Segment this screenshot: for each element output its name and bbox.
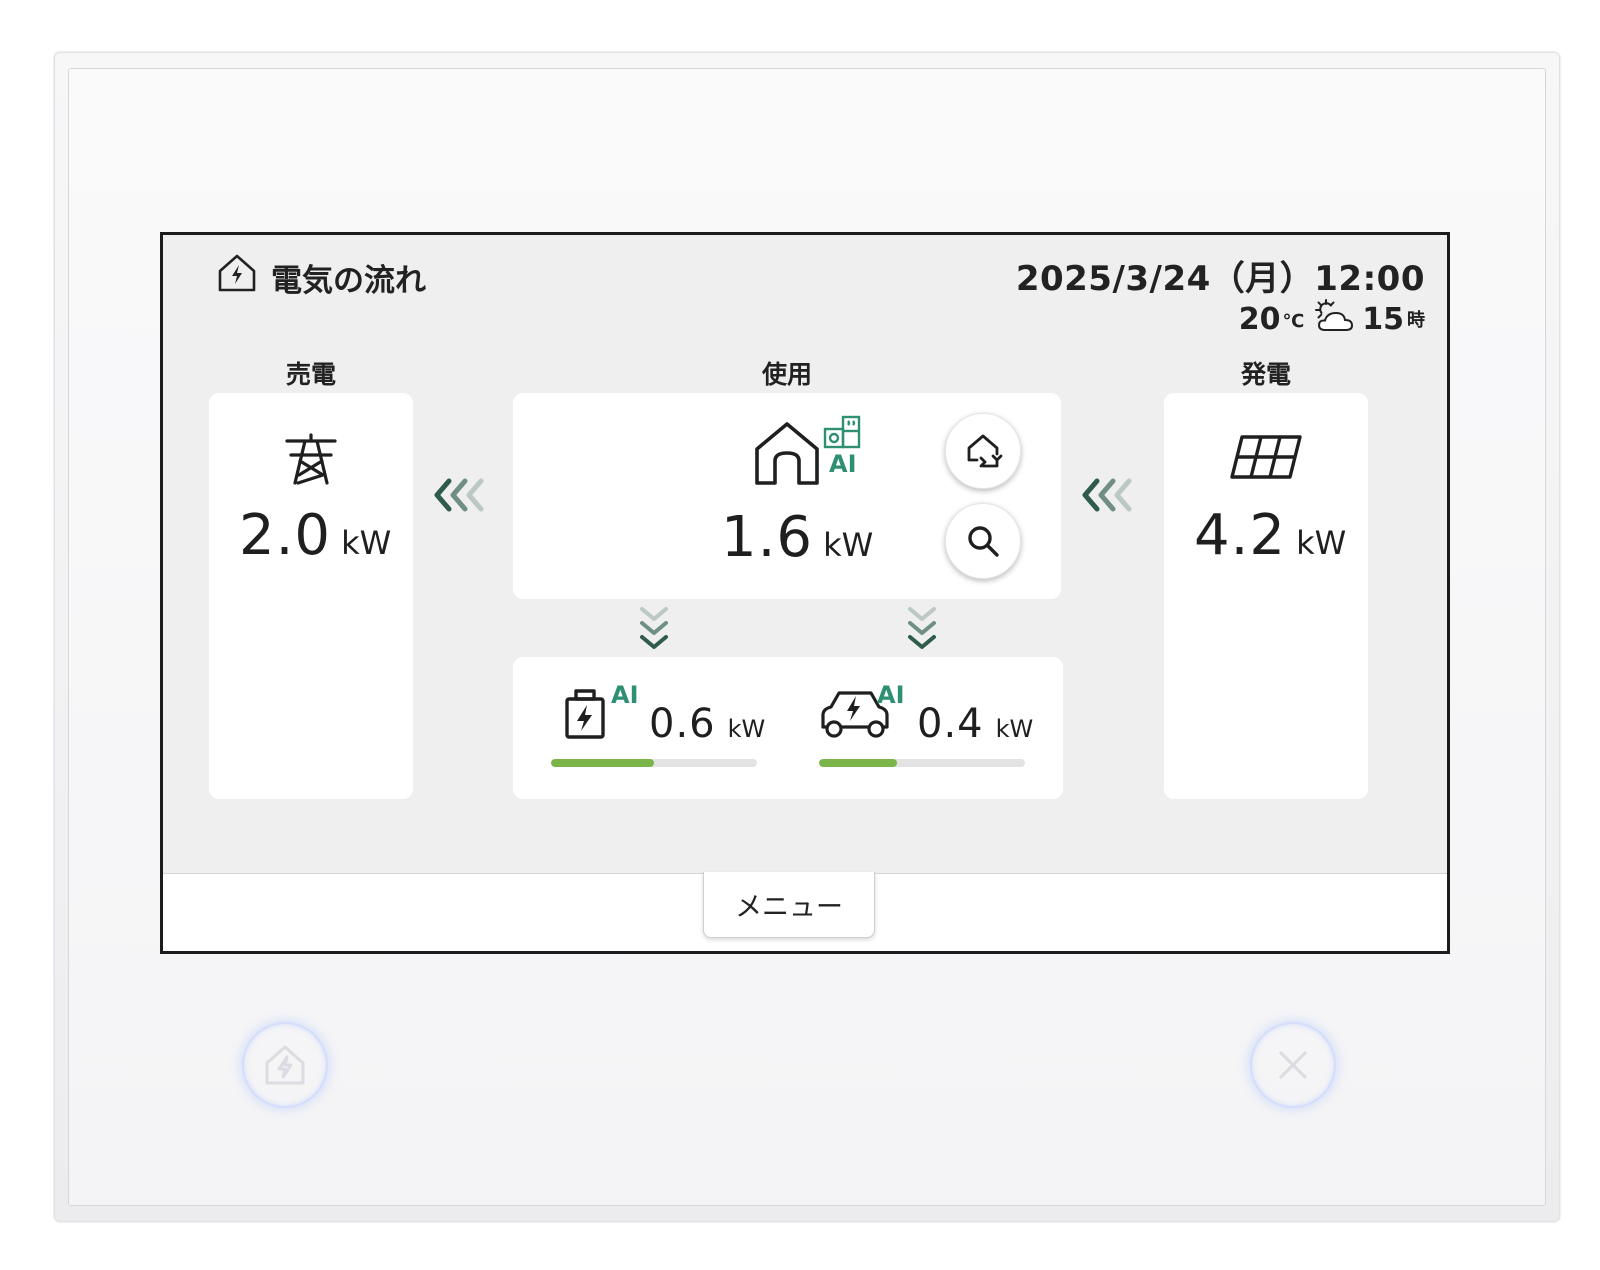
appliance-icon [823, 415, 861, 449]
usage-value-unit: kW [823, 526, 874, 564]
storage-panel[interactable]: AI 0.6 kW AI 0.4 kW [513, 657, 1063, 799]
datetime: 2025/3/24（月）12:00 [1015, 259, 1425, 299]
ev-value-number: 0.4 [917, 701, 984, 747]
weather-forecast: 20 ℃ 15 時 [1239, 297, 1425, 337]
search-button[interactable] [945, 503, 1021, 579]
home-power-icon-hw [265, 1045, 305, 1085]
ev-value-unit: kW [995, 715, 1034, 743]
battery-level-fill [551, 759, 654, 767]
house-icon [755, 422, 819, 485]
battery-value-unit: kW [727, 715, 766, 743]
generation-value-number: 4.2 [1194, 503, 1287, 568]
page-title: 電気の流れ [271, 263, 426, 299]
power-tower-icon [285, 433, 337, 485]
solar-panel-icon [1230, 435, 1302, 479]
ev-value: 0.4 kW [917, 701, 1033, 747]
usage-label: 使用 [761, 360, 812, 389]
sell-value-unit: kW [341, 524, 392, 562]
flow-down-arrow-icon-2 [908, 607, 936, 649]
generation-panel[interactable]: 4.2 kW [1164, 393, 1368, 799]
temperature: 20 [1238, 302, 1281, 337]
sell-label: 売電 [285, 360, 336, 389]
sell-panel[interactable]: 2.0 kW [209, 393, 413, 799]
ev-ai-badge: AI [877, 681, 905, 709]
usage-ai-badge: AI [829, 450, 857, 478]
generation-value: 4.2 kW [1194, 503, 1346, 568]
battery-level-bar [551, 759, 757, 767]
flow-left-arrow-icon-2 [1082, 478, 1132, 512]
menu-button[interactable]: メニュー [703, 872, 875, 938]
usage-panel[interactable]: AI 1.6 kW [513, 393, 1061, 599]
bottom-bar: メニュー [163, 872, 1447, 951]
battery-ai-badge: AI [611, 681, 639, 709]
home-power-icon [218, 254, 256, 292]
battery-value: 0.6 kW [649, 701, 765, 747]
close-icon [1279, 1051, 1307, 1079]
temperature-unit: ℃ [1282, 311, 1305, 332]
generation-label: 発電 [1240, 360, 1291, 389]
sell-value: 2.0 kW [239, 503, 391, 568]
home-cycle-button[interactable] [945, 413, 1021, 489]
flow-down-arrow-icon [640, 607, 668, 649]
usage-value: 1.6 kW [721, 505, 873, 570]
home-cycle-icon [967, 434, 1003, 468]
flow-left-arrow-icon [434, 478, 484, 512]
search-icon [968, 526, 999, 557]
ev-level-fill [819, 759, 898, 767]
usage-value-number: 1.6 [721, 505, 814, 570]
generation-value-unit: kW [1296, 524, 1347, 562]
forecast-hour-unit: 時 [1407, 310, 1425, 331]
hardware-home-button[interactable] [242, 1022, 328, 1108]
ev-level-bar [819, 759, 1025, 767]
sun-cloud-icon [1315, 299, 1354, 331]
forecast-hour: 15 [1362, 302, 1404, 337]
sell-value-number: 2.0 [239, 503, 332, 568]
hardware-close-button[interactable] [1250, 1022, 1336, 1108]
battery-icon [565, 689, 605, 739]
screen: 電気の流れ 2025/3/24（月）12:00 20 ℃ 15 時 売電 使用 … [160, 232, 1450, 954]
battery-value-number: 0.6 [649, 701, 716, 747]
